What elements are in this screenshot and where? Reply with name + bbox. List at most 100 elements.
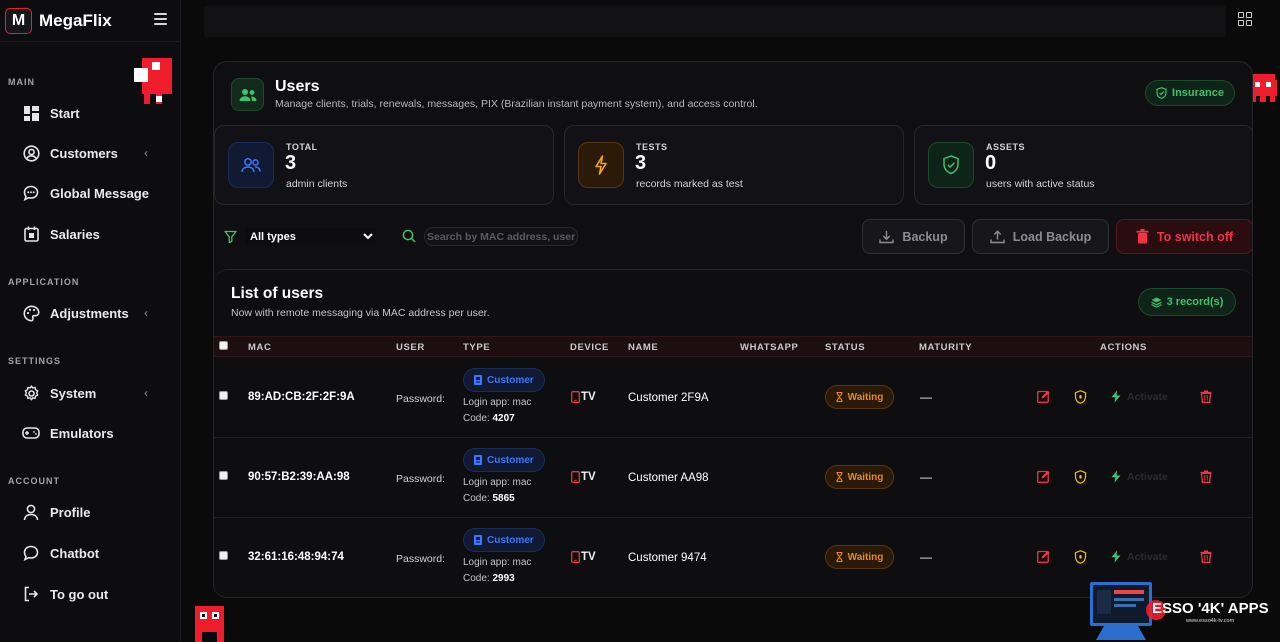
type-label: Customer — [487, 374, 534, 386]
row-checkbox[interactable] — [219, 471, 228, 480]
stat-label: TESTS — [636, 142, 668, 152]
section-account: ACCOUNT — [8, 476, 60, 486]
sidebar-item-label: Salaries — [50, 226, 100, 242]
type-badge: Customer — [463, 368, 545, 392]
edit-icon[interactable] — [1037, 550, 1050, 563]
trash-icon[interactable] — [1200, 390, 1212, 403]
records-count: 3 record(s) — [1166, 296, 1224, 308]
stat-description: admin clients — [286, 178, 348, 190]
menu-toggle-icon[interactable] — [154, 13, 167, 25]
brand-logo[interactable]: M — [5, 8, 32, 34]
row-checkbox[interactable] — [219, 391, 228, 400]
maturity-value: — — [920, 470, 932, 484]
code-line: Code: 2993 — [463, 573, 515, 584]
chat-bubble-icon — [22, 184, 40, 202]
load-backup-button[interactable]: Load Backup — [972, 219, 1109, 254]
apps-grid-icon[interactable] — [1238, 12, 1252, 26]
sidebar-item-emulators[interactable]: Emulators — [22, 421, 162, 445]
sidebar-item-chatbot[interactable]: Chatbot — [22, 541, 162, 565]
user-password: Password: — [396, 473, 446, 485]
sidebar-item-logout[interactable]: To go out — [22, 582, 162, 606]
page-title: Users — [275, 78, 320, 95]
sidebar-item-salaries[interactable]: Salaries — [22, 222, 162, 246]
sidebar-item-label: Adjustments — [50, 305, 129, 321]
search-icon — [402, 229, 416, 243]
table-header: MAC USER TYPE DEVICE NAME WHATSAPP STATU… — [214, 336, 1252, 357]
row-checkbox[interactable] — [219, 551, 228, 560]
col-header: USER — [396, 342, 425, 353]
activate-button[interactable]: Activate — [1111, 550, 1168, 563]
backup-button[interactable]: Backup — [862, 219, 965, 254]
sidebar-item-global-message[interactable]: Global Message — [22, 181, 162, 205]
sidebar-item-customers[interactable]: Customers ‹ — [22, 141, 162, 165]
type-badge: Customer — [463, 448, 545, 472]
brand: M MegaFlix — [0, 0, 181, 42]
hourglass-icon — [836, 472, 843, 482]
chevron-left-icon: ‹ — [144, 386, 148, 400]
chat-bubble-icon — [22, 544, 40, 562]
login-app: Login app: mac — [463, 557, 532, 568]
page-subtitle: Manage clients, trials, renewals, messag… — [275, 98, 758, 110]
calendar-icon — [22, 225, 40, 243]
mac-address: 89:AD:CB:2F:2F:9A — [248, 391, 355, 403]
lightning-icon — [1111, 550, 1121, 563]
stat-value: 3 — [285, 152, 297, 174]
sidebar-item-start[interactable]: Start — [22, 101, 162, 125]
list-subtitle: Now with remote messaging via MAC addres… — [231, 307, 490, 319]
insurance-badge[interactable]: Insurance — [1145, 80, 1235, 106]
col-header: WHATSAPP — [740, 342, 799, 353]
hourglass-icon — [836, 392, 843, 402]
shield-lock-icon[interactable] — [1074, 470, 1087, 484]
switch-off-button[interactable]: To switch off — [1116, 219, 1252, 254]
users-panel: Users Manage clients, trials, renewals, … — [213, 61, 1253, 598]
trash-icon[interactable] — [1200, 470, 1212, 483]
sidebar-item-adjustments[interactable]: Adjustments ‹ — [22, 301, 162, 325]
stat-card-total: TOTAL 3 admin clients — [214, 125, 554, 205]
sidebar-item-system[interactable]: System ‹ — [22, 381, 162, 405]
section-application: APPLICATION — [8, 277, 80, 287]
select-all-checkbox[interactable] — [219, 341, 228, 350]
status-label: Waiting — [847, 471, 884, 483]
activate-button[interactable]: Activate — [1111, 390, 1168, 403]
activate-button[interactable]: Activate — [1111, 470, 1168, 483]
brand-name[interactable]: MegaFlix — [39, 11, 112, 31]
code-label: Code: — [463, 413, 490, 424]
device-cell: TV — [571, 471, 596, 483]
login-app: Login app: mac — [463, 477, 532, 488]
lightning-icon — [578, 142, 624, 188]
watermark-text: ESSO '4K' APPS — [1152, 600, 1269, 617]
customer-name: Customer 9474 — [628, 552, 707, 564]
sidebar-item-label: Start — [50, 105, 80, 121]
top-bar — [204, 6, 1226, 37]
gamepad-icon — [22, 424, 40, 442]
dashboard-icon — [22, 104, 40, 122]
stat-card-tests: TESTS 3 records marked as test — [564, 125, 904, 205]
filter-icon — [224, 230, 237, 243]
records-badge: 3 record(s) — [1138, 288, 1236, 316]
edit-icon[interactable] — [1037, 390, 1050, 403]
watermark-url: www.esso4k-tv.com — [1186, 618, 1235, 624]
phone-icon — [571, 471, 580, 483]
trash-icon[interactable] — [1200, 550, 1212, 563]
logout-icon — [22, 585, 40, 603]
stat-label: TOTAL — [286, 142, 318, 152]
shield-lock-icon[interactable] — [1074, 390, 1087, 404]
download-icon — [879, 230, 895, 243]
lightning-icon — [1111, 470, 1121, 483]
id-card-icon — [474, 375, 482, 385]
sidebar-item-label: Profile — [50, 504, 91, 520]
hourglass-icon — [836, 552, 843, 562]
login-app: Login app: mac — [463, 397, 532, 408]
device-label: TV — [581, 471, 596, 483]
stat-value: 3 — [635, 152, 647, 174]
shield-lock-icon[interactable] — [1074, 550, 1087, 564]
stat-value: 0 — [985, 152, 997, 174]
type-filter-select[interactable]: All types — [246, 228, 376, 245]
sidebar-item-profile[interactable]: Profile — [22, 500, 162, 524]
maturity-value: — — [920, 550, 932, 564]
layers-icon — [1150, 297, 1162, 308]
status-badge: Waiting — [825, 465, 894, 489]
mac-address: 32:61:16:48:94:74 — [248, 551, 344, 563]
search-input[interactable] — [424, 227, 578, 246]
edit-icon[interactable] — [1037, 470, 1050, 483]
